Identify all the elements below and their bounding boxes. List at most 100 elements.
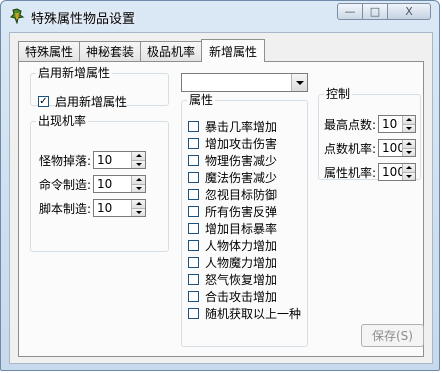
combo-dropdown-button[interactable] (291, 74, 307, 91)
attribute-rate-value[interactable]: 100 (379, 164, 402, 180)
spin-down-button[interactable] (402, 124, 416, 132)
attribute-checkbox[interactable]: 忽视目标防御 (188, 186, 277, 203)
attribute-checkbox[interactable]: 魔法伤害减少 (188, 169, 277, 186)
checkbox-box[interactable]: ✓ (38, 96, 49, 107)
checkbox-box[interactable] (188, 223, 199, 234)
points-rate-spinner[interactable]: 100 (378, 139, 417, 157)
command-make-value[interactable]: 10 (94, 176, 131, 192)
monster-drop-row: 怪物掉落: 10 (39, 151, 147, 169)
spin-down-button[interactable] (402, 172, 416, 180)
spin-down-button[interactable] (132, 160, 146, 168)
title-bar[interactable]: 特殊属性物品设置 — □ X (1, 1, 439, 31)
save-button[interactable]: 保存(S) (361, 324, 424, 347)
command-make-row: 命令制造: 10 (39, 175, 147, 193)
enable-group-legend: 启用新增属性 (38, 66, 111, 80)
checkbox-box[interactable] (188, 240, 199, 251)
attribute-checkbox[interactable]: 所有伤害反弹 (188, 203, 277, 220)
enable-group: 启用新增属性 ✓ 启用新增属性 (30, 66, 169, 109)
checkbox-box[interactable] (188, 206, 199, 217)
attribute-label: 物理伤害减少 (205, 154, 278, 168)
monster-drop-label: 怪物掉落: (39, 153, 92, 168)
points-rate-label: 点数机率: (324, 141, 377, 156)
script-make-value[interactable]: 10 (94, 200, 131, 216)
enable-new-attributes-checkbox[interactable]: ✓ 启用新增属性 (38, 93, 127, 110)
spin-up-button[interactable] (132, 152, 146, 161)
monster-drop-value[interactable]: 10 (94, 152, 131, 168)
down-arrow-icon (405, 126, 412, 130)
attribute-group-legend: 属性 (189, 93, 214, 107)
max-points-label: 最高点数: (324, 117, 377, 132)
up-arrow-icon (405, 118, 412, 122)
spin-up-button[interactable] (132, 176, 146, 185)
attribute-label: 增加攻击伤害 (205, 137, 278, 151)
minimize-button[interactable]: — (337, 3, 363, 20)
attribute-checkbox[interactable]: 人物魔力增加 (188, 254, 277, 271)
spin-up-button[interactable] (402, 116, 416, 125)
max-points-row: 最高点数: 10 (324, 115, 417, 133)
window-controls: — □ X (337, 3, 431, 20)
attribute-checkbox[interactable]: 暴击几率增加 (188, 118, 277, 135)
tab-special-attributes[interactable]: 特殊属性 (18, 41, 81, 61)
spin-up-button[interactable] (402, 164, 416, 173)
attribute-checkbox[interactable]: 物理伤害减少 (188, 152, 277, 169)
chevron-down-icon (295, 80, 304, 85)
attribute-select-combo[interactable] (181, 73, 308, 92)
attribute-label: 怒气恢复增加 (205, 273, 278, 287)
attribute-label: 人物魔力增加 (205, 256, 278, 270)
attribute-checkbox[interactable]: 增加目标暴率 (188, 220, 277, 237)
up-arrow-icon (135, 154, 142, 158)
window-title: 特殊属性物品设置 (31, 12, 136, 27)
script-make-spinner[interactable]: 10 (93, 199, 147, 217)
command-make-label: 命令制造: (39, 177, 92, 192)
spin-down-button[interactable] (132, 184, 146, 192)
attribute-checkbox[interactable]: 随机获取以上一种 (188, 305, 301, 322)
attribute-checkbox[interactable]: 怒气恢复增加 (188, 271, 277, 288)
up-arrow-icon (405, 142, 412, 146)
attribute-checkbox[interactable]: 人物体力增加 (188, 237, 277, 254)
spin-down-button[interactable] (402, 148, 416, 156)
down-arrow-icon (135, 186, 142, 190)
up-arrow-icon (135, 202, 142, 206)
window-client-area: 特殊属性 神秘套装 极品机率 新增属性 启用新增属性 ✓ 启用新增属性 出现机率… (9, 32, 433, 364)
spin-up-button[interactable] (132, 200, 146, 209)
control-group-legend: 控制 (326, 87, 351, 101)
attribute-checkbox[interactable]: 合击攻击增加 (188, 288, 277, 305)
attribute-rate-label: 属性机率: (324, 165, 377, 180)
script-make-row: 脚本制造: 10 (39, 199, 147, 217)
checkbox-box[interactable] (188, 291, 199, 302)
checkbox-box[interactable] (188, 257, 199, 268)
points-rate-row: 点数机率: 100 (324, 139, 417, 157)
enable-new-attributes-label: 启用新增属性 (55, 95, 128, 109)
max-points-spinner[interactable]: 10 (378, 115, 417, 133)
checkbox-box[interactable] (188, 121, 199, 132)
app-icon (8, 7, 26, 25)
checkbox-box[interactable] (188, 274, 199, 285)
down-arrow-icon (135, 210, 142, 214)
attribute-label: 忽视目标防御 (205, 188, 278, 202)
combo-value[interactable] (182, 75, 185, 89)
checkbox-box[interactable] (188, 189, 199, 200)
max-points-value[interactable]: 10 (379, 116, 402, 132)
up-arrow-icon (135, 178, 142, 182)
checkbox-box[interactable] (188, 138, 199, 149)
attribute-checkbox[interactable]: 增加攻击伤害 (188, 135, 277, 152)
spin-down-button[interactable] (132, 208, 146, 216)
spin-up-button[interactable] (402, 140, 416, 149)
rate-group-legend: 出现机率 (38, 114, 87, 128)
rate-group: 出现机率 怪物掉落: 10 命令制造: 10 脚本制造: 10 (30, 114, 169, 252)
attribute-rate-spinner[interactable]: 100 (378, 163, 417, 181)
tab-mystery-set[interactable]: 神秘套装 (79, 41, 142, 61)
command-make-spinner[interactable]: 10 (93, 175, 147, 193)
tab-strip: 特殊属性 神秘套装 极品机率 新增属性 (18, 39, 266, 62)
checkbox-box[interactable] (188, 155, 199, 166)
control-group: 控制 最高点数: 10 点数机率: 100 (318, 87, 421, 181)
maximize-button[interactable]: □ (362, 3, 388, 20)
monster-drop-spinner[interactable]: 10 (93, 151, 147, 169)
close-button[interactable]: X (387, 3, 431, 20)
attribute-rate-row: 属性机率: 100 (324, 163, 417, 181)
checkbox-box[interactable] (188, 172, 199, 183)
tab-new-attributes[interactable]: 新增属性 (201, 39, 266, 62)
points-rate-value[interactable]: 100 (379, 140, 402, 156)
checkbox-box[interactable] (188, 308, 199, 319)
tab-rare-rate[interactable]: 极品机率 (140, 41, 203, 61)
